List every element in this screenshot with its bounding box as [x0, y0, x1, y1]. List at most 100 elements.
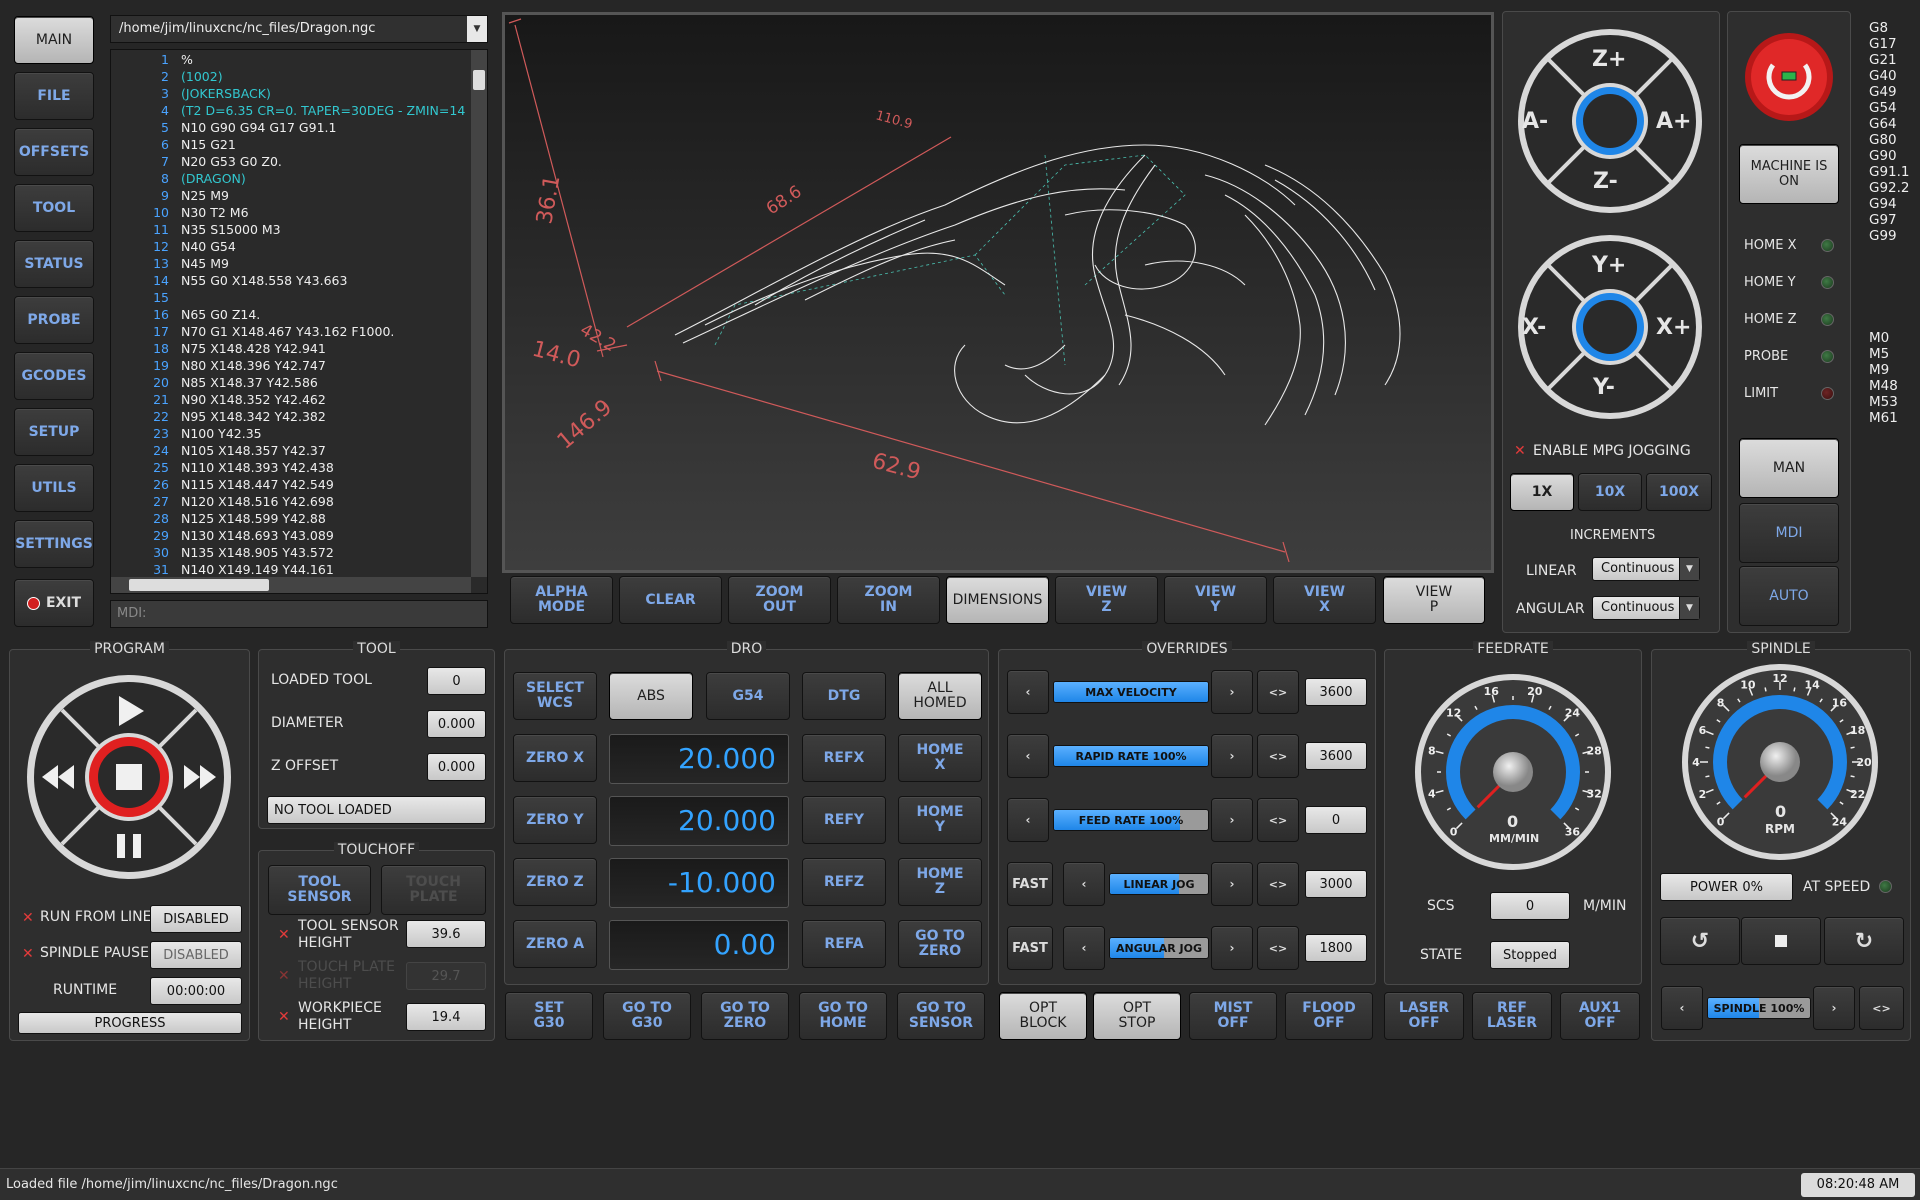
home-axis-button[interactable]: GO TO ZERO	[898, 920, 982, 968]
override-increase-button[interactable]: ›	[1211, 734, 1253, 778]
spindle-increase-button[interactable]: ›	[1813, 986, 1855, 1030]
gcode-line[interactable]: 29 N130 X148.693 Y43.089	[111, 527, 487, 544]
nav-setup-button[interactable]: SETUP	[14, 408, 94, 456]
gcode-line[interactable]: 13 N45 M9	[111, 255, 487, 272]
mode-man-button[interactable]: MAN	[1739, 438, 1839, 498]
horizontal-scrollbar[interactable]	[111, 577, 471, 593]
spindle-cw-button[interactable]: ↻	[1824, 917, 1904, 965]
view-alpha-mode-button[interactable]: ALPHA MODE	[510, 576, 613, 624]
angular-increment-select[interactable]: Continuous ▼	[1592, 596, 1700, 620]
run-from-line-check-icon[interactable]: ✕	[22, 910, 34, 926]
mode-mdi-button[interactable]: MDI	[1739, 503, 1839, 563]
action-opt-stop-button[interactable]: OPT STOP	[1093, 992, 1181, 1040]
nav-tool-button[interactable]: TOOL	[14, 184, 94, 232]
jog-y-plus[interactable]: Y+	[1592, 253, 1626, 278]
inc-10x-button[interactable]: 10X	[1578, 473, 1642, 511]
gcode-line[interactable]: 1%	[111, 51, 487, 68]
jog-z-minus[interactable]: Z-	[1593, 169, 1618, 194]
override-slider[interactable]: LINEAR JOG	[1109, 873, 1209, 895]
gcode-line[interactable]: 7 N20 G53 G0 Z0.	[111, 153, 487, 170]
dtg-button[interactable]: DTG	[802, 672, 886, 720]
spindle-ccw-button[interactable]: ↺	[1660, 917, 1740, 965]
gcode-line[interactable]: 25 N110 X148.393 Y42.438	[111, 459, 487, 476]
nav-main-button[interactable]: MAIN	[14, 16, 94, 64]
override-reset-button[interactable]: <>	[1257, 670, 1299, 714]
ref-axis-button[interactable]: REFA	[802, 920, 886, 968]
abs-button[interactable]: ABS	[609, 672, 693, 720]
inc-1x-button[interactable]: 1X	[1510, 473, 1574, 511]
gcode-viewer[interactable]: 1% 2 (1002) 3 (JOKERSBACK) 4 (T2 D=6.35 CR=0. …	[110, 49, 488, 594]
vertical-scrollbar[interactable]	[471, 50, 487, 577]
override-reset-button[interactable]: <>	[1257, 862, 1299, 906]
jog-x-minus[interactable]: X-	[1522, 315, 1546, 340]
ref-axis-button[interactable]: REFY	[802, 796, 886, 844]
machine-power-button[interactable]: MACHINE IS ON	[1739, 144, 1839, 204]
override-slider[interactable]: FEED RATE 100%	[1053, 809, 1209, 831]
toolpath-preview[interactable]: 110.9 36.1 68.6 42.2 14.0 146.9 62.9	[502, 12, 1494, 573]
gcode-line[interactable]: 28 N125 X148.599 Y42.88	[111, 510, 487, 527]
gcode-line[interactable]: 27 N120 X148.516 Y42.698	[111, 493, 487, 510]
view-view-y-button[interactable]: VIEW Y	[1164, 576, 1267, 624]
gcode-line[interactable]: 18 N75 X148.428 Y42.941	[111, 340, 487, 357]
view-zoom-in-button[interactable]: ZOOM IN	[837, 576, 940, 624]
action-go-to-sensor-button[interactable]: GO TO SENSOR	[897, 992, 985, 1040]
inc-100x-button[interactable]: 100X	[1646, 473, 1712, 511]
view-view-z-button[interactable]: VIEW Z	[1055, 576, 1158, 624]
tool-sensor-height-value[interactable]: 39.6	[406, 920, 486, 948]
zero-axis-button[interactable]: ZERO Y	[513, 796, 597, 844]
jog-x-plus[interactable]: X+	[1656, 315, 1691, 340]
jog-y-minus[interactable]: Y-	[1593, 375, 1615, 400]
view-dimensions-button[interactable]: DIMENSIONS	[946, 576, 1049, 624]
ref-axis-button[interactable]: REFX	[802, 734, 886, 782]
override-reset-button[interactable]: <>	[1257, 798, 1299, 842]
override-decrease-button[interactable]: ‹	[1007, 734, 1049, 778]
gcode-line[interactable]: 14 N55 G0 X148.558 Y43.663	[111, 272, 487, 289]
mode-auto-button[interactable]: AUTO	[1739, 566, 1839, 626]
gcode-line[interactable]: 26 N115 X148.447 Y42.549	[111, 476, 487, 493]
workpiece-height-value[interactable]: 19.4	[406, 1003, 486, 1031]
view-clear-button[interactable]: CLEAR	[619, 576, 722, 624]
wcs-button[interactable]: G54	[706, 672, 790, 720]
gcode-line[interactable]: 30 N135 X148.905 Y43.572	[111, 544, 487, 561]
action-ref-laser-button[interactable]: REF LASER	[1472, 992, 1552, 1040]
program-control-pad[interactable]	[26, 674, 232, 880]
override-increase-button[interactable]: ›	[1211, 798, 1253, 842]
linear-increment-select[interactable]: Continuous ▼	[1592, 557, 1700, 581]
nav-file-button[interactable]: FILE	[14, 72, 94, 120]
nav-offsets-button[interactable]: OFFSETS	[14, 128, 94, 176]
spindle-decrease-button[interactable]: ‹	[1661, 986, 1703, 1030]
home-axis-button[interactable]: HOME Y	[898, 796, 982, 844]
gcode-line[interactable]: 3 (JOKERSBACK)	[111, 85, 487, 102]
estop-button[interactable]	[1744, 32, 1834, 122]
exit-button[interactable]: EXIT	[14, 579, 94, 627]
jog-a-plus[interactable]: A+	[1656, 109, 1691, 134]
file-path-combo[interactable]: /home/jim/linuxcnc/nc_files/Dragon.ngc ▼	[110, 15, 488, 43]
gcode-line[interactable]: 4 (T2 D=6.35 CR=0. TAPER=30DEG - ZMIN=14	[111, 102, 487, 119]
nav-gcodes-button[interactable]: GCODES	[14, 352, 94, 400]
fast-jog-button[interactable]: FAST	[1007, 926, 1053, 970]
run-from-line-value[interactable]: DISABLED	[150, 905, 242, 933]
view-view-x-button[interactable]: VIEW X	[1273, 576, 1376, 624]
jog-z-plus[interactable]: Z+	[1592, 47, 1626, 72]
override-decrease-button[interactable]: ‹	[1007, 798, 1049, 842]
gcode-line[interactable]: 19 N80 X148.396 Y42.747	[111, 357, 487, 374]
home-axis-button[interactable]: HOME Z	[898, 858, 982, 906]
zero-axis-button[interactable]: ZERO X	[513, 734, 597, 782]
override-increase-button[interactable]: ›	[1211, 926, 1253, 970]
override-reset-button[interactable]: <>	[1257, 734, 1299, 778]
gcode-line[interactable]: 10 N30 T2 M6	[111, 204, 487, 221]
gcode-line[interactable]: 5 N10 G90 G94 G17 G91.1	[111, 119, 487, 136]
gcode-line[interactable]: 31 N140 X149.149 Y44.161	[111, 561, 487, 578]
nav-probe-button[interactable]: PROBE	[14, 296, 94, 344]
gcode-line[interactable]: 17 N70 G1 X148.467 Y43.162 F1000.	[111, 323, 487, 340]
touch-plate-check-icon[interactable]: ✕	[278, 968, 290, 984]
gcode-line[interactable]: 11 N35 S15000 M3	[111, 221, 487, 238]
touch-plate-height-value[interactable]: 29.7	[406, 962, 486, 990]
gcode-line[interactable]: 20 N85 X148.37 Y42.586	[111, 374, 487, 391]
override-slider[interactable]: MAX VELOCITY	[1053, 681, 1209, 703]
spindle-pause-value[interactable]: DISABLED	[150, 941, 242, 969]
view-view-p-button[interactable]: VIEW P	[1383, 576, 1485, 624]
gcode-line[interactable]: 2 (1002)	[111, 68, 487, 85]
gcode-line[interactable]: 12 N40 G54	[111, 238, 487, 255]
spindle-override-slider[interactable]: SPINDLE 100%	[1707, 997, 1811, 1019]
